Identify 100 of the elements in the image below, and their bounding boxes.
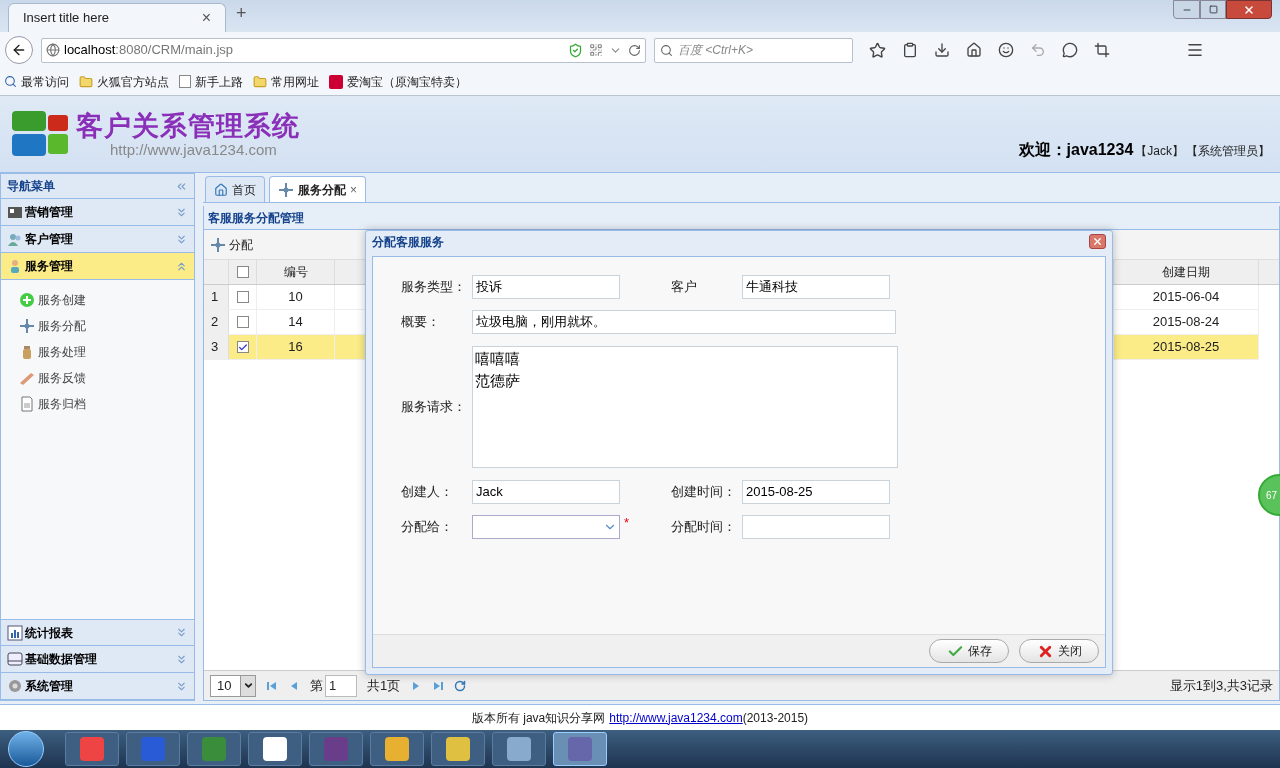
accordion-header[interactable]: 系统管理: [1, 673, 194, 700]
table-cell-text: 2015-06-04: [1152, 288, 1220, 307]
clipboard-icon[interactable]: [902, 42, 918, 58]
tab-label: 服务分配: [298, 181, 346, 199]
url-field[interactable]: localhost:8080/CRM/main.jsp: [41, 37, 646, 63]
site-link[interactable]: http://www.java1234.com: [609, 708, 743, 727]
accordion-title: 服务管理: [25, 258, 73, 275]
close-icon: [1092, 236, 1103, 247]
cross-arrows-icon: [278, 181, 294, 198]
checkbox[interactable]: [236, 341, 249, 353]
menu-icon[interactable]: [1186, 41, 1204, 59]
last-page-icon[interactable]: [432, 679, 445, 692]
close-button[interactable]: [1226, 0, 1272, 19]
search-field[interactable]: 百度 <Ctrl+K>: [654, 37, 853, 63]
field-label: 服务请求：: [401, 398, 467, 417]
field-label: 服务类型：: [401, 278, 467, 297]
input-field[interactable]: 垃圾电脑，刚用就坏。: [472, 310, 896, 334]
plus-circle-icon: [19, 291, 35, 308]
qr-code-icon[interactable]: [589, 43, 603, 57]
folder-icon: [253, 74, 267, 89]
menu-item[interactable]: 服务创建: [19, 290, 86, 309]
browser-tab[interactable]: Insert title here ×: [8, 3, 226, 32]
bookmark-item[interactable]: 火狐官方站点: [79, 72, 169, 91]
new-tab-button[interactable]: +: [236, 0, 247, 27]
accordion-header[interactable]: 服务管理: [1, 253, 194, 280]
field-label: 分配给：: [401, 518, 454, 537]
accordion-title: 基础数据管理: [25, 651, 97, 668]
drive-icon: [7, 651, 23, 667]
maximize-icon: [1208, 5, 1218, 14]
page-summary: 显示1到3,共3记录: [1169, 676, 1273, 695]
input-field[interactable]: 2015-08-25: [742, 480, 890, 504]
download-icon[interactable]: [934, 42, 950, 58]
dropdown-icon: [242, 680, 254, 691]
close-button[interactable]: 关闭: [1019, 639, 1099, 663]
checkbox[interactable]: [236, 316, 249, 328]
bar-chart-icon: [7, 624, 23, 641]
maximize-button[interactable]: [1200, 0, 1226, 19]
minimize-button[interactable]: [1173, 0, 1200, 19]
field-label: 概要：: [401, 313, 441, 332]
search-icon: [660, 43, 673, 57]
table-cell-text: 16: [288, 338, 303, 357]
field-label: 创建时间：: [671, 483, 737, 502]
bookmark-star-icon[interactable]: [869, 41, 886, 59]
save-button[interactable]: 保存: [929, 639, 1009, 663]
input-field[interactable]: 投诉: [472, 275, 620, 299]
app-title: 客户关系管理系统: [76, 110, 300, 142]
menu-item[interactable]: 服务归档: [19, 394, 86, 413]
bookmark-item[interactable]: 常用网址: [253, 72, 319, 91]
welcome-text: 欢迎：java1234: [1018, 140, 1134, 160]
accordion-header[interactable]: 基础数据管理: [1, 646, 194, 673]
select-field[interactable]: [472, 515, 620, 539]
menu-item[interactable]: 服务反馈: [19, 368, 86, 387]
bookmark-item[interactable]: 新手上路: [179, 72, 243, 91]
sidebar-title: 导航菜单: [7, 178, 55, 195]
undo-icon[interactable]: [1030, 42, 1046, 58]
search-icon: [4, 75, 17, 88]
panel-title: 客服服务分配管理: [208, 209, 304, 227]
page-tab[interactable]: 首页: [205, 176, 265, 202]
crop-icon[interactable]: [1094, 42, 1110, 58]
page-number-field[interactable]: 1: [325, 674, 357, 697]
text-area[interactable]: 嘻嘻嘻 范德萨: [472, 346, 898, 468]
input-field[interactable]: Jack: [472, 480, 620, 504]
bookmark-item[interactable]: 最常访问: [4, 72, 69, 91]
cross-arrows-icon: [210, 236, 226, 253]
menu-item[interactable]: 服务分配: [19, 316, 86, 335]
first-page-icon[interactable]: [266, 679, 278, 692]
tab-label: 首页: [232, 181, 256, 199]
checkbox[interactable]: [236, 266, 249, 278]
tab-close[interactable]: ×: [350, 180, 357, 199]
page-tab[interactable]: 服务分配 ×: [269, 176, 366, 202]
close-button[interactable]: [1089, 234, 1106, 249]
page-icon: [179, 75, 191, 88]
user-role: 【系统管理员】: [1186, 143, 1270, 160]
tab-close[interactable]: ×: [201, 6, 211, 30]
start-button[interactable]: [8, 731, 44, 767]
menu-item[interactable]: 服务处理: [19, 342, 86, 361]
gear-icon: [7, 678, 23, 694]
checkbox[interactable]: [236, 291, 249, 303]
people-icon: [7, 231, 23, 247]
home-icon[interactable]: [966, 42, 982, 58]
accordion-header[interactable]: 客户管理: [1, 226, 194, 253]
back-button[interactable]: [5, 36, 33, 64]
input-field[interactable]: [742, 515, 890, 539]
copyright-years: (2013-2015): [742, 709, 809, 727]
field-label: 创建人：: [401, 483, 454, 502]
table-cell-text: 14: [288, 313, 303, 332]
cross-arrows-icon: [19, 317, 35, 334]
bookmark-item[interactable]: 爱淘宝（原淘宝特卖）: [329, 72, 467, 91]
accordion-header[interactable]: 营销管理: [1, 199, 194, 226]
assign-button[interactable]: 分配: [210, 235, 253, 254]
accordion-header[interactable]: 统计报表: [1, 619, 194, 646]
total-pages: 共1页: [367, 676, 401, 695]
input-field[interactable]: 牛通科技: [742, 275, 890, 299]
refresh-icon[interactable]: [454, 679, 467, 692]
smiley-icon[interactable]: [998, 42, 1014, 58]
chat-icon[interactable]: [1062, 42, 1078, 58]
row-number: 1: [211, 288, 219, 307]
reload-icon[interactable]: [628, 43, 641, 57]
page-size-select[interactable]: 10: [210, 674, 256, 697]
dialog-title: 分配客服服务: [372, 233, 444, 251]
